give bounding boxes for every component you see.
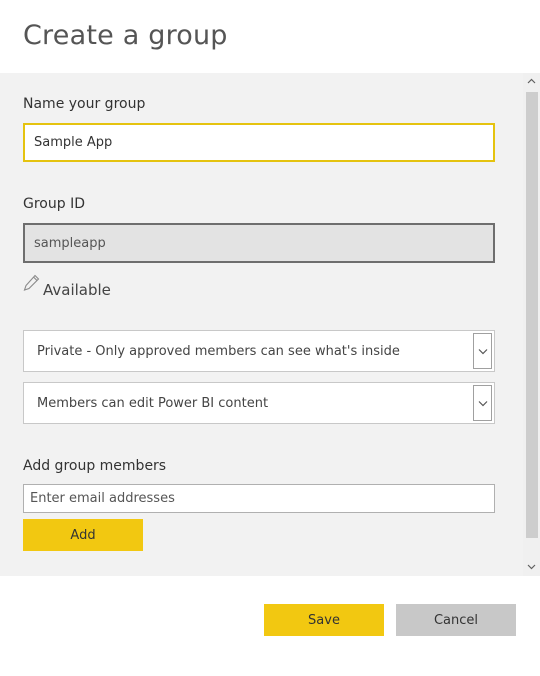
dialog-title: Create a group <box>23 20 228 51</box>
save-button[interactable]: Save <box>264 604 384 636</box>
vertical-scrollbar[interactable] <box>523 73 540 576</box>
group-id-field[interactable] <box>23 223 495 263</box>
privacy-select-toggle[interactable] <box>473 333 492 369</box>
email-addresses-input[interactable] <box>23 484 495 513</box>
privacy-select[interactable]: Private - Only approved members can see … <box>23 330 495 372</box>
add-member-button[interactable]: Add <box>23 519 143 551</box>
dialog-header: Create a group <box>0 0 540 73</box>
privacy-select-value: Private - Only approved members can see … <box>37 344 400 359</box>
permission-select-toggle[interactable] <box>473 385 492 421</box>
permission-select[interactable]: Members can edit Power BI content <box>23 382 495 424</box>
group-name-input[interactable] <box>23 123 495 162</box>
pencil-icon[interactable] <box>23 274 40 292</box>
scrollbar-thumb[interactable] <box>526 92 538 538</box>
group-id-label: Group ID <box>23 196 85 212</box>
name-label: Name your group <box>23 96 146 112</box>
add-members-label: Add group members <box>23 458 167 474</box>
scroll-up-arrow-icon[interactable] <box>523 73 540 90</box>
cancel-button[interactable]: Cancel <box>396 604 516 636</box>
permission-select-value: Members can edit Power BI content <box>37 396 269 411</box>
form-panel: Name your group Group ID Available Priva… <box>0 73 540 576</box>
availability-status: Available <box>43 281 111 299</box>
scroll-down-arrow-icon[interactable] <box>523 559 540 576</box>
